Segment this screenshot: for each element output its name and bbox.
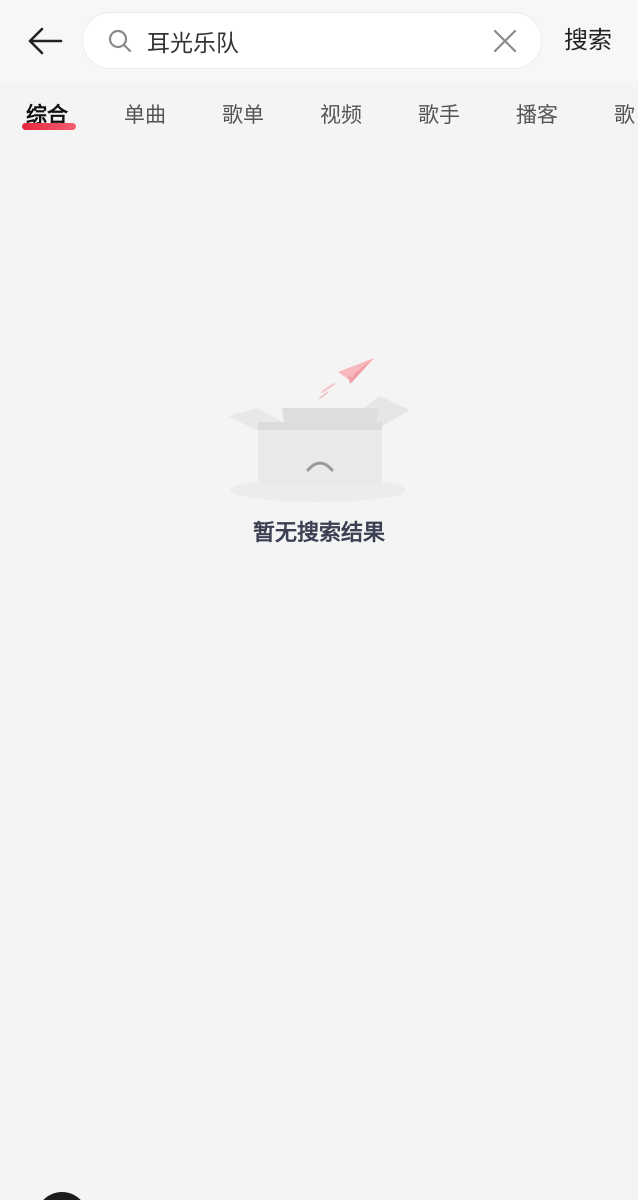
search-input[interactable] bbox=[147, 21, 477, 61]
search-button[interactable]: 搜索 bbox=[556, 22, 620, 58]
back-button[interactable] bbox=[22, 18, 68, 64]
search-icon bbox=[108, 29, 132, 53]
search-box[interactable] bbox=[82, 12, 542, 69]
tab-videos[interactable]: 视频 bbox=[320, 100, 362, 130]
empty-state-message: 暂无搜索结果 bbox=[252, 521, 385, 546]
avatar[interactable] bbox=[36, 1192, 88, 1200]
tab-songs[interactable]: 单曲 bbox=[124, 100, 166, 130]
empty-box-icon bbox=[228, 358, 410, 502]
tab-playlists[interactable]: 歌单 bbox=[222, 100, 264, 130]
tab-lyrics[interactable]: 歌 bbox=[614, 100, 635, 130]
arrow-left-icon bbox=[28, 27, 63, 55]
result-tabs: 综合 单曲 歌单 视频 歌手 播客 歌 bbox=[0, 90, 638, 142]
search-header: 搜索 bbox=[0, 0, 638, 82]
close-icon[interactable] bbox=[491, 27, 519, 55]
active-tab-indicator bbox=[22, 123, 76, 130]
tab-artists[interactable]: 歌手 bbox=[418, 100, 460, 130]
tab-podcasts[interactable]: 播客 bbox=[516, 100, 558, 130]
search-results-page: 搜索 综合 单曲 歌单 视频 歌手 播客 歌 暂无搜索结果 bbox=[0, 0, 638, 1200]
